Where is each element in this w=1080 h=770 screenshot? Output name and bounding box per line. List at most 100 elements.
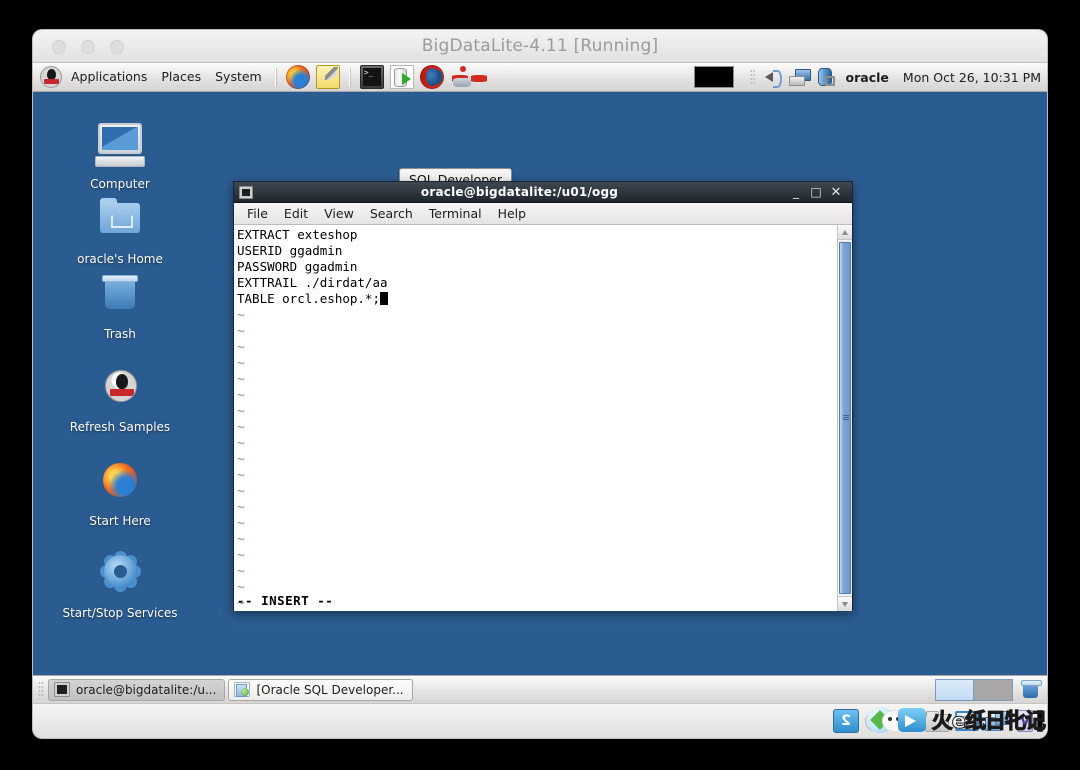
hard-disk-icon[interactable] <box>833 709 859 733</box>
vbox-close-button[interactable] <box>52 40 66 54</box>
gnome-top-panel: Applications Places System >_ oracle Mon… <box>33 63 1047 92</box>
vim-empty-line-marker: ~ <box>237 563 245 578</box>
text-cursor <box>380 292 388 305</box>
vim-line: PASSWORD ggadmin <box>237 259 358 274</box>
watermark-badge-icon <box>865 706 930 734</box>
vim-empty-line-marker: ~ <box>237 547 245 562</box>
terminal-icon[interactable]: >_ <box>359 65 384 89</box>
vim-line: USERID ggadmin <box>237 243 343 258</box>
terminal-icon <box>54 682 70 697</box>
desktop-icon-trash[interactable]: Trash <box>55 273 185 341</box>
desktop-icon-label: Computer <box>90 177 150 191</box>
vbox-zoom-button[interactable] <box>110 40 124 54</box>
vim-empty-line-marker: ~ <box>237 483 245 498</box>
gear-icon <box>93 552 147 602</box>
watermark-text: 火e纸日牝记 <box>931 709 1046 734</box>
vim-empty-lines: ~ ~ ~ ~ ~ ~ ~ ~ ~ ~ ~ ~ ~ ~ ~ ~ ~ ~ ~ <box>237 307 837 611</box>
home-folder-icon <box>93 198 147 248</box>
menu-view[interactable]: View <box>316 203 362 224</box>
vim-line-with-cursor: TABLE orcl.eshop.*; <box>237 291 837 307</box>
menu-help[interactable]: Help <box>490 203 535 224</box>
panel-grip[interactable] <box>38 680 44 699</box>
terminal-menubar: File Edit View Search Terminal Help <box>234 203 852 225</box>
oracle-circle-icon[interactable] <box>419 65 444 89</box>
menu-file[interactable]: File <box>239 203 276 224</box>
panel-username[interactable]: oracle <box>846 70 889 85</box>
trash-icon[interactable] <box>1019 679 1042 701</box>
workspace-switcher[interactable] <box>935 678 1013 701</box>
virtualbox-window: BigDataLite-4.11 [Running] Applications … <box>33 30 1047 738</box>
taskbar-item-sql-developer[interactable]: [Oracle SQL Developer... <box>228 678 413 701</box>
network-icon[interactable] <box>788 66 811 88</box>
terminal-minimize-button[interactable]: _ <box>786 182 806 203</box>
molecule-database-icon[interactable] <box>450 65 474 89</box>
guest-screen: Applications Places System >_ oracle Mon… <box>33 63 1047 703</box>
terminal-scrollbar[interactable] <box>837 225 852 611</box>
taskbar-item-label: oracle@bigdatalite:/u... <box>76 682 217 697</box>
power-icon[interactable] <box>814 66 836 88</box>
workspace-1[interactable] <box>936 679 974 700</box>
volume-icon[interactable] <box>762 66 784 88</box>
vim-buffer[interactable]: EXTRACT exteshop USERID ggadmin PASSWORD… <box>234 225 837 611</box>
terminal-maximize-button[interactable]: □ <box>806 182 826 203</box>
sql-developer-icon[interactable] <box>389 65 414 89</box>
desktop-icon-label: Refresh Samples <box>69 420 171 434</box>
penguin-script-icon <box>93 366 147 416</box>
firefox-icon[interactable] <box>285 65 310 89</box>
vim-empty-line-marker: ~ <box>237 531 245 546</box>
menu-terminal[interactable]: Terminal <box>421 203 490 224</box>
scrollbar-track[interactable] <box>838 240 852 596</box>
vbox-minimize-button[interactable] <box>81 40 95 54</box>
watermark-overlay: 火e纸日牝记 <box>865 705 1047 735</box>
vim-empty-line-marker: ~ <box>237 499 245 514</box>
vbox-window-title: BigDataLite-4.11 [Running] <box>421 36 659 56</box>
vim-empty-line-marker: ~ <box>237 307 245 322</box>
panel-separator <box>348 68 351 86</box>
computer-icon <box>93 123 147 173</box>
menu-system[interactable]: System <box>208 63 269 91</box>
sql-developer-icon <box>234 682 251 697</box>
gedit-icon[interactable] <box>315 65 340 89</box>
terminal-close-button[interactable]: ✕ <box>826 182 846 203</box>
vim-empty-line-marker: ~ <box>237 387 245 402</box>
menu-edit[interactable]: Edit <box>276 203 316 224</box>
desktop-icon-computer[interactable]: Computer <box>55 123 185 191</box>
gnome-bottom-panel: oracle@bigdatalite:/u... [Oracle SQL Dev… <box>33 675 1047 703</box>
menu-places[interactable]: Places <box>154 63 208 91</box>
tray-grip[interactable] <box>749 69 755 85</box>
vbox-titlebar: BigDataLite-4.11 [Running] <box>33 30 1047 63</box>
vim-empty-line-marker: ~ <box>237 515 245 530</box>
menu-search[interactable]: Search <box>362 203 421 224</box>
vim-empty-line-marker: ~ <box>237 403 245 418</box>
desktop-icon-home[interactable]: oracle's Home <box>55 198 185 266</box>
scroll-up-arrow-icon[interactable] <box>838 225 852 240</box>
terminal-window: oracle@bigdatalite:/u01/ogg _ □ ✕ File E… <box>233 181 853 611</box>
vim-empty-line-marker: ~ <box>237 467 245 482</box>
scrollbar-thumb[interactable] <box>839 242 851 594</box>
vim-line-text: TABLE orcl.eshop.*; <box>237 291 380 306</box>
vbox-statusbar: 火e纸日牝记 <box>33 703 1047 738</box>
vim-empty-line-marker: ~ <box>237 371 245 386</box>
firefox-icon <box>93 460 147 510</box>
desktop-icon-label: Start Here <box>89 514 151 528</box>
workspace-2[interactable] <box>974 679 1012 700</box>
terminal-glyph: >_ <box>362 68 381 86</box>
panel-clock[interactable]: Mon Oct 26, 10:31 PM <box>903 70 1041 85</box>
desktop-icon-label: oracle's Home <box>77 252 163 266</box>
vim-status-line: -- INSERT -- <box>237 593 334 608</box>
vim-empty-line-marker: ~ <box>237 339 245 354</box>
desktop-icon-label: Trash <box>104 327 136 341</box>
menu-applications[interactable]: Applications <box>64 63 154 91</box>
scroll-down-arrow-icon[interactable] <box>838 596 852 611</box>
desktop-icon-start-stop-services[interactable]: Start/Stop Services <box>55 552 185 620</box>
desktop-icon-refresh-samples[interactable]: Refresh Samples <box>55 366 185 434</box>
terminal-titlebar[interactable]: oracle@bigdatalite:/u01/ogg _ □ ✕ <box>234 182 852 203</box>
terminal-icon <box>239 185 253 199</box>
taskbar-item-terminal[interactable]: oracle@bigdatalite:/u... <box>48 678 226 701</box>
oracle-linux-penguin-icon[interactable] <box>40 66 62 88</box>
vim-empty-line-marker: ~ <box>237 435 245 450</box>
workspace-preview[interactable] <box>693 66 734 88</box>
desktop-icon-start-here[interactable]: Start Here <box>55 460 185 528</box>
vim-empty-line-marker: ~ <box>237 323 245 338</box>
terminal-body[interactable]: EXTRACT exteshop USERID ggadmin PASSWORD… <box>234 225 852 611</box>
